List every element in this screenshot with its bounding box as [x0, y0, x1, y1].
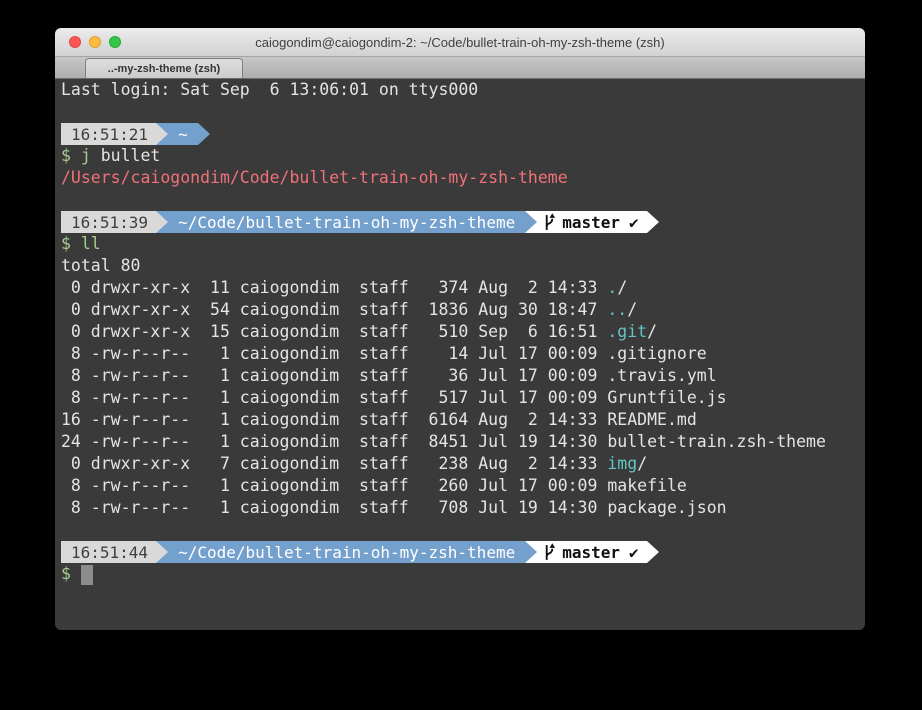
powerline-arrow-icon [198, 123, 210, 145]
file-meta: 8 -rw-r--r-- 1 caiogondim staff 36 Jul 1… [61, 366, 607, 385]
git-clean-check-icon: ✔ [629, 543, 639, 562]
listing-row: 8 -rw-r--r-- 1 caiogondim staff 14 Jul 1… [61, 343, 865, 365]
terminal-window: caiogondim@caiogondim-2: ~/Code/bullet-t… [55, 28, 865, 630]
powerline-arrow-icon [156, 211, 168, 233]
prompt-git-segment: master ✔ [537, 211, 646, 233]
listing-row: 0 drwxr-xr-x 54 caiogondim staff 1836 Au… [61, 299, 865, 321]
tab-zsh[interactable]: ..-my-zsh-theme (zsh) [85, 58, 243, 78]
last-login-line: Last login: Sat Sep 6 13:06:01 on ttys00… [61, 79, 865, 101]
prompt-dir-segment: ~/Code/bullet-train-oh-my-zsh-theme [168, 541, 525, 563]
file-meta: 8 -rw-r--r-- 1 caiogondim staff 14 Jul 1… [61, 344, 607, 363]
powerline-arrow-icon [156, 123, 168, 145]
prompt-char: $ [61, 146, 81, 165]
command-name: ll [81, 234, 101, 253]
prompt-bar-2: 16:51:39 ~/Code/bullet-train-oh-my-zsh-t… [61, 211, 865, 233]
prompt-dir-segment: ~ [168, 123, 198, 145]
file-meta: 16 -rw-r--r-- 1 caiogondim staff 6164 Au… [61, 410, 607, 429]
file-name: package.json [607, 498, 726, 517]
listing-row: 16 -rw-r--r-- 1 caiogondim staff 6164 Au… [61, 409, 865, 431]
text-cursor[interactable] [81, 565, 93, 585]
listing-row: 8 -rw-r--r-- 1 caiogondim staff 260 Jul … [61, 475, 865, 497]
command-line: $ j bullet [61, 145, 865, 167]
prompt-time-segment: 16:51:39 [61, 211, 156, 233]
prompt-time-segment: 16:51:44 [61, 541, 156, 563]
listing-row: 8 -rw-r--r-- 1 caiogondim staff 517 Jul … [61, 387, 865, 409]
file-meta: 0 drwxr-xr-x 7 caiogondim staff 238 Aug … [61, 454, 607, 473]
listing-row: 8 -rw-r--r-- 1 caiogondim staff 36 Jul 1… [61, 365, 865, 387]
prompt-git-segment: master ✔ [537, 541, 646, 563]
file-meta: 8 -rw-r--r-- 1 caiogondim staff 260 Jul … [61, 476, 607, 495]
listing-row: 0 drwxr-xr-x 15 caiogondim staff 510 Sep… [61, 321, 865, 343]
listing-row: 0 drwxr-xr-x 7 caiogondim staff 238 Aug … [61, 453, 865, 475]
command-output-path: /Users/caiogondim/Code/bullet-train-oh-m… [61, 167, 865, 189]
git-branch-name: master [562, 543, 620, 562]
window-titlebar[interactable]: caiogondim@caiogondim-2: ~/Code/bullet-t… [55, 28, 865, 57]
listing-row: 8 -rw-r--r-- 1 caiogondim staff 708 Jul … [61, 497, 865, 519]
command-line: $ ll [61, 233, 865, 255]
file-name: .gitignore [607, 344, 706, 363]
file-meta: 8 -rw-r--r-- 1 caiogondim staff 517 Jul … [61, 388, 607, 407]
dir-name: .. [607, 300, 627, 319]
git-branch-name: master [562, 213, 620, 232]
git-clean-check-icon: ✔ [629, 213, 639, 232]
file-meta: 0 drwxr-xr-x 11 caiogondim staff 374 Aug… [61, 278, 607, 297]
git-branch-icon [543, 543, 556, 562]
terminal-content[interactable]: Last login: Sat Sep 6 13:06:01 on ttys00… [55, 79, 865, 630]
current-command-line: $ [61, 563, 865, 585]
total-line: total 80 [61, 255, 865, 277]
file-meta: 0 drwxr-xr-x 54 caiogondim staff 1836 Au… [61, 300, 607, 319]
listing-row: 24 -rw-r--r-- 1 caiogondim staff 8451 Ju… [61, 431, 865, 453]
prompt-bar-1: 16:51:21 ~ [61, 123, 865, 145]
close-button[interactable] [69, 36, 81, 48]
window-title: caiogondim@caiogondim-2: ~/Code/bullet-t… [255, 35, 665, 50]
tab-label: ..-my-zsh-theme (zsh) [108, 63, 220, 75]
prompt-char: $ [61, 564, 71, 583]
prompt-char: $ [61, 234, 81, 253]
dir-name: . [607, 278, 617, 297]
command-name: j [81, 146, 91, 165]
traffic-lights [69, 28, 121, 56]
dir-suffix: / [647, 322, 657, 341]
file-meta: 0 drwxr-xr-x 15 caiogondim staff 510 Sep… [61, 322, 607, 341]
file-name: .travis.yml [607, 366, 716, 385]
dir-name: img [607, 454, 637, 473]
blank-line [61, 189, 865, 211]
listing-row: 0 drwxr-xr-x 11 caiogondim staff 374 Aug… [61, 277, 865, 299]
prompt-time-segment: 16:51:21 [61, 123, 156, 145]
powerline-arrow-icon [525, 541, 537, 563]
zoom-button[interactable] [109, 36, 121, 48]
dir-suffix: / [637, 454, 647, 473]
blank-line [61, 101, 865, 123]
dir-name: .git [607, 322, 647, 341]
dir-suffix: / [617, 278, 627, 297]
tab-bar: ..-my-zsh-theme (zsh) [55, 57, 865, 79]
minimize-button[interactable] [89, 36, 101, 48]
file-name: Gruntfile.js [607, 388, 726, 407]
powerline-arrow-icon [156, 541, 168, 563]
prompt-bar-3: 16:51:44 ~/Code/bullet-train-oh-my-zsh-t… [61, 541, 865, 563]
powerline-arrow-icon [647, 211, 659, 233]
file-name: makefile [607, 476, 686, 495]
powerline-arrow-icon [525, 211, 537, 233]
dir-suffix: / [627, 300, 637, 319]
blank-line [61, 519, 865, 541]
file-meta: 24 -rw-r--r-- 1 caiogondim staff 8451 Ju… [61, 432, 607, 451]
prompt-dir-segment: ~/Code/bullet-train-oh-my-zsh-theme [168, 211, 525, 233]
file-meta: 8 -rw-r--r-- 1 caiogondim staff 708 Jul … [61, 498, 607, 517]
file-name: bullet-train.zsh-theme [607, 432, 826, 451]
git-branch-icon [543, 213, 556, 232]
command-args: bullet [91, 146, 161, 165]
file-name: README.md [607, 410, 696, 429]
powerline-arrow-icon [647, 541, 659, 563]
